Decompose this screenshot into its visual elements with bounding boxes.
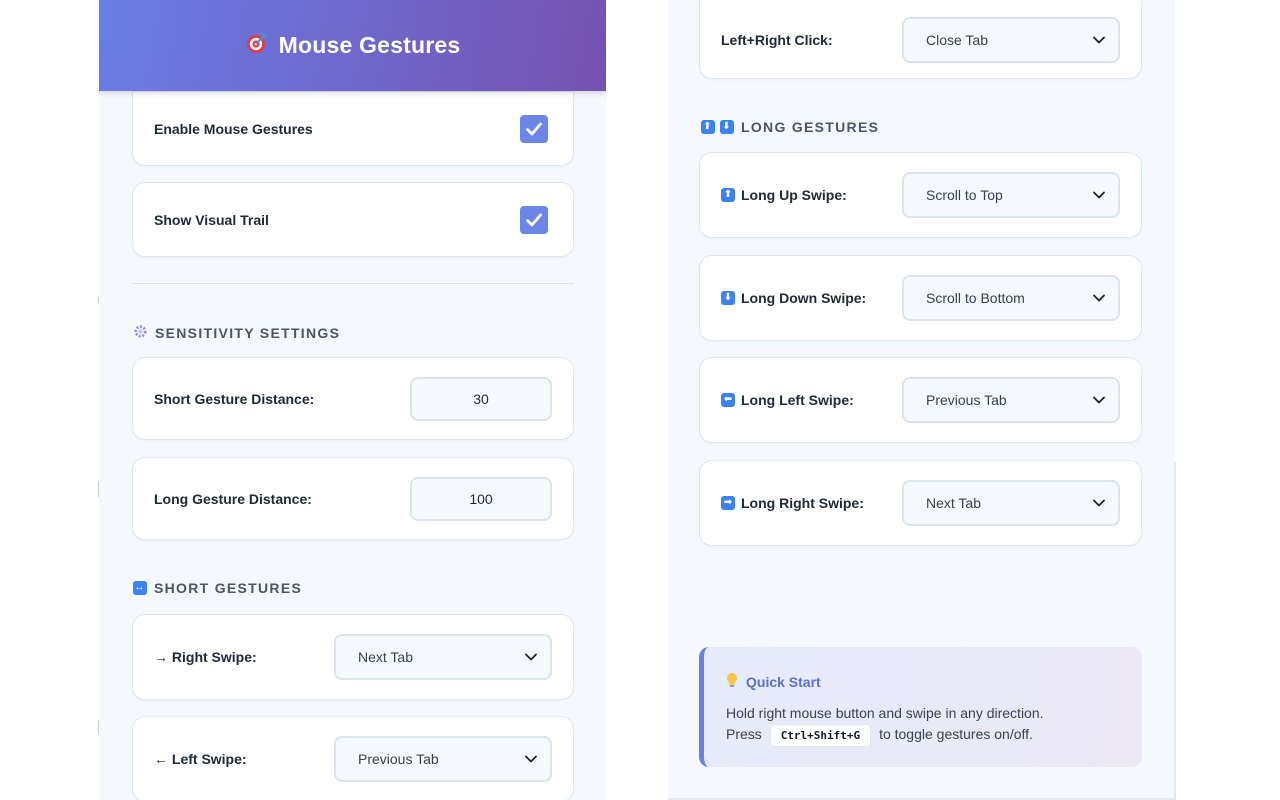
chevron-down-icon [1093,396,1105,404]
up-arrow-icon: ⬆ [701,120,715,134]
long-up-value: Scroll to Top [926,187,1003,203]
show-trail-checkbox[interactable] [520,205,548,234]
quick-start-press-text: Press [726,726,762,742]
short-gestures-section-title: ↔ SHORT GESTURES [133,580,302,596]
panel-edge-line [1174,462,1176,800]
quick-start-line-2: Press Ctrl+Shift+G to toggle gestures on… [726,724,1033,747]
long-down-label-text: Long Down Swipe: [741,290,867,306]
short-distance-input[interactable] [410,376,552,421]
chevron-down-icon [1093,499,1105,507]
long-down-value: Scroll to Bottom [926,290,1025,306]
sensitivity-section-title: SENSITIVITY SETTINGS [133,324,340,342]
left-right-click-label: Left+Right Click: [721,31,833,48]
chevron-down-icon [1093,191,1105,199]
settings-panel-left: Mouse Gestures Enable Mouse Gestures Sho… [99,0,606,800]
quick-start-toggle-text: to toggle gestures on/off. [879,726,1033,742]
long-left-label: ⬅ Long Left Swipe: [721,392,854,408]
long-right-label: ➡ Long Right Swipe: [721,495,864,511]
left-swipe-row: ← Left Swipe: Previous Tab [132,716,574,800]
popup-title: Mouse Gestures [278,32,461,58]
short-distance-label: Short Gesture Distance: [154,390,315,407]
lightbulb-icon [726,672,738,691]
left-right-click-select[interactable]: Close Tab [902,16,1120,63]
left-arrow-icon: ⬅ [721,393,735,407]
long-right-value: Next Tab [926,495,981,511]
enable-gestures-checkbox[interactable] [520,114,548,143]
chevron-down-icon [525,755,537,763]
long-down-label: ⬇ Long Down Swipe: [721,290,866,306]
right-swipe-value: Next Tab [358,649,413,665]
settings-panel-right: Left+Right Click: Close Tab ⬆ ⬇ LONG GES… [668,0,1175,800]
long-down-select[interactable]: Scroll to Bottom [902,275,1120,321]
right-swipe-label: → Right Swipe: [154,649,257,665]
quick-start-title-text: Quick Start [746,673,821,690]
left-right-click-row: Left+Right Click: Close Tab [699,0,1142,79]
chevron-down-icon [1093,36,1105,43]
long-distance-input[interactable] [410,476,552,521]
right-swipe-select[interactable]: Next Tab [334,634,552,680]
left-swipe-select[interactable]: Previous Tab [334,736,552,782]
long-down-row: ⬇ Long Down Swipe: Scroll to Bottom [699,255,1142,341]
right-swipe-row: → Right Swipe: Next Tab [132,614,574,700]
up-arrow-icon: ⬆ [721,188,735,202]
long-gestures-title-text: LONG GESTURES [741,119,880,135]
long-up-select[interactable]: Scroll to Top [902,172,1120,218]
long-up-row: ⬆ Long Up Swipe: Scroll to Top [699,152,1142,238]
long-distance-label: Long Gesture Distance: [154,490,312,507]
long-left-label-text: Long Left Swipe: [741,392,854,408]
popup-header: Mouse Gestures [99,0,606,91]
left-swipe-label: ← Left Swipe: [154,751,247,767]
quick-start-box: Quick Start Hold right mouse button and … [699,647,1142,767]
keyboard-shortcut: Ctrl+Shift+G [769,724,872,747]
left-right-arrow-icon: ↔ [133,581,147,595]
enable-gestures-label: Enable Mouse Gestures [154,120,313,137]
left-right-click-value: Close Tab [926,31,989,48]
section-divider [132,283,574,284]
long-up-label-text: Long Up Swipe: [741,187,847,203]
long-up-label: ⬆ Long Up Swipe: [721,187,847,203]
short-gestures-title-text: SHORT GESTURES [154,580,303,596]
long-left-row: ⬅ Long Left Swipe: Previous Tab [699,357,1142,443]
show-trail-label: Show Visual Trail [154,211,269,228]
short-distance-row: Short Gesture Distance: [132,357,574,440]
long-right-row: ➡ Long Right Swipe: Next Tab [699,460,1142,546]
target-icon [245,31,269,60]
left-swipe-value: Previous Tab [358,751,439,767]
gear-icon [133,324,148,342]
quick-start-line-1: Hold right mouse button and swipe in any… [726,705,1044,721]
down-arrow-icon: ⬇ [720,120,734,134]
down-arrow-icon: ⬇ [721,291,735,305]
long-distance-row: Long Gesture Distance: [132,457,574,540]
enable-gestures-row: Enable Mouse Gestures [132,91,574,166]
right-arrow-icon: ➡ [721,496,735,510]
long-left-select[interactable]: Previous Tab [902,377,1120,423]
long-right-select[interactable]: Next Tab [902,480,1120,526]
sensitivity-title-text: SENSITIVITY SETTINGS [155,325,341,341]
quick-start-title: Quick Start [726,672,821,691]
chevron-down-icon [1093,294,1105,302]
long-gestures-section-title: ⬆ ⬇ LONG GESTURES [701,119,879,135]
chevron-down-icon [525,653,537,661]
show-trail-row: Show Visual Trail [132,182,574,257]
long-left-value: Previous Tab [926,392,1007,408]
long-right-label-text: Long Right Swipe: [741,495,864,511]
